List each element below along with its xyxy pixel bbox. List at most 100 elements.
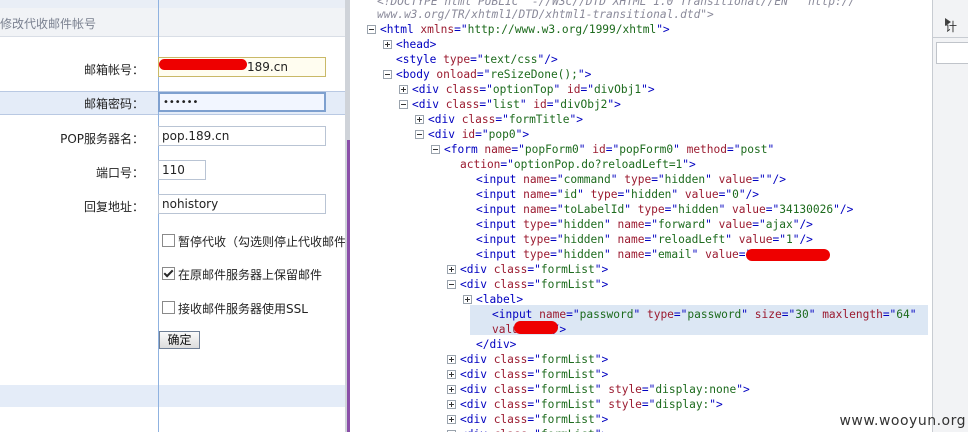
dom-node-line[interactable]: <style type="text/css"/> (396, 52, 558, 67)
dom-node-line[interactable]: <div class="formList" style="display:non… (460, 382, 750, 397)
confirm-button[interactable]: 确定 (159, 331, 200, 349)
collapse-node-icon[interactable] (367, 25, 376, 34)
collapse-node-icon[interactable] (431, 145, 440, 154)
dom-token: hidden (563, 218, 605, 231)
dom-token: "/> (537, 53, 558, 66)
dom-token: =" (475, 128, 489, 141)
dom-token: =" (550, 218, 564, 231)
dom-token: formList (540, 263, 595, 276)
dom-token: " (725, 233, 739, 246)
dom-token: maxlength (822, 308, 883, 321)
dom-token: <style (396, 53, 444, 66)
expand-node-icon[interactable] (447, 265, 456, 274)
dom-node-line[interactable]: <div id="pop0"> (428, 127, 529, 142)
dom-token: xmlns (420, 23, 455, 36)
pause-collect-checkbox[interactable] (162, 234, 175, 247)
dom-node-line[interactable]: <input type="hidden" name="forward" valu… (476, 217, 813, 232)
collapse-node-icon[interactable] (415, 130, 424, 139)
dom-node-line[interactable]: <div class="formTitle"> (428, 112, 583, 127)
expand-node-icon[interactable] (447, 415, 456, 424)
dom-token: name (617, 248, 645, 261)
dom-token: "> (515, 128, 530, 141)
dom-node-line[interactable]: <div class="formList" style="display:"> (460, 397, 723, 412)
dom-token: class (493, 383, 528, 396)
dom-node-line[interactable]: <div class="formList"> (460, 277, 608, 292)
dom-token: <div (460, 413, 494, 426)
email-account-field[interactable]: 189.cn (158, 57, 326, 77)
dom-node-line[interactable]: <div class="formList"> (460, 367, 608, 382)
dom-token: class (494, 428, 528, 432)
dom-node-line[interactable]: <div class="formList"> (460, 412, 608, 427)
expand-node-icon[interactable] (399, 85, 408, 94)
expand-node-icon[interactable] (383, 40, 392, 49)
dom-token: popForm0 (619, 143, 674, 156)
use-ssl-checkbox[interactable] (162, 301, 175, 314)
dom-token: =" (641, 383, 656, 396)
email-account-domain: 189.cn (247, 60, 288, 74)
doctype-line-2: www.w3.org/TR/xhtml1/DTD/xhtml1-transiti… (377, 8, 714, 21)
dom-node-line[interactable]: <input name="toLabelId" type="hidden" va… (476, 202, 853, 217)
collapse-node-icon[interactable] (399, 100, 408, 109)
dom-token: " (705, 173, 719, 186)
dom-node-line[interactable]: <div class="formList"> (460, 427, 608, 432)
keep-mail-option[interactable]: 在原邮件服务器上保留邮件 (162, 266, 322, 283)
dom-node-line[interactable]: <html xmlns="http://www.w3.org/1999/xhtm… (380, 22, 670, 37)
dom-token: =" (527, 353, 541, 366)
dom-token: display: (655, 398, 710, 411)
collapse-node-icon[interactable] (447, 280, 456, 289)
dom-node-line[interactable]: <body onload="reSizeDone();"> (396, 67, 591, 82)
dom-token: class (445, 83, 480, 96)
dom-node-line[interactable]: <label> (476, 292, 523, 307)
expand-node-icon[interactable] (447, 400, 456, 409)
dom-token: =" (644, 218, 658, 231)
dom-token: value (705, 248, 739, 261)
dom-token: "> (656, 23, 670, 36)
dom-node-line[interactable]: <div class="formList"> (460, 352, 608, 367)
dom-token: =" (511, 143, 525, 156)
reply-address-label: 回复地址： (83, 200, 144, 214)
dom-token: type (590, 188, 618, 201)
dom-token: <div (460, 353, 494, 366)
use-ssl-option[interactable]: 接收邮件服务器使用SSL (162, 300, 308, 317)
pop-server-field[interactable]: pop.189.cn (158, 126, 326, 146)
expand-node-icon[interactable] (463, 295, 472, 304)
dom-token: "/> (833, 203, 854, 216)
dom-token: =" (644, 233, 658, 246)
dom-token: 0 (732, 188, 739, 201)
dom-node-line[interactable]: <head> (396, 37, 436, 52)
email-password-field[interactable]: •••••• (158, 92, 326, 112)
expand-node-icon[interactable] (447, 370, 456, 379)
side-panel-header[interactable]: 计 (933, 15, 968, 38)
dom-node-line[interactable]: <input name="command" type="hidden" valu… (476, 172, 786, 187)
expand-node-icon[interactable] (447, 355, 456, 364)
dom-token: optionTop (492, 83, 554, 96)
dom-node-line[interactable]: <div class="formList"> (460, 262, 608, 277)
dom-token: " (741, 308, 755, 321)
dom-node-line[interactable]: <div class="optionTop" id="divObj1"> (412, 82, 655, 97)
redaction-mark (159, 59, 247, 70)
keep-mail-label: 在原邮件服务器上保留邮件 (178, 268, 323, 282)
dom-node-line[interactable]: action="optionPop.do?reloadLeft=1"> (460, 157, 696, 172)
dom-node-line[interactable]: <input name="id" type="hidden" value="0"… (476, 187, 759, 202)
expand-node-icon[interactable] (447, 385, 456, 394)
expand-node-icon[interactable] (415, 115, 424, 124)
dom-node-line[interactable]: <input name="password" type="password" s… (492, 307, 917, 322)
dom-token: toLabelId (563, 203, 625, 216)
dom-node-line[interactable]: </div> (476, 337, 516, 352)
dom-token: forward (657, 218, 706, 231)
dom-node-line[interactable]: <div class="list" id="divObj2"> (412, 97, 621, 112)
dom-token: <div (460, 383, 494, 396)
pause-collect-option[interactable]: 暂停代收（勾选则停止代收邮件 (162, 233, 345, 250)
dom-token: id (566, 83, 581, 96)
dom-node-line[interactable]: <form name="popForm0" id="popForm0" meth… (444, 142, 774, 157)
dom-token: <div (460, 428, 494, 432)
reply-address-field[interactable]: nohistory (158, 194, 326, 214)
dom-token: =" (550, 233, 564, 246)
dom-node-line[interactable]: <input type="hidden" name="reloadLeft" v… (476, 232, 813, 247)
keep-mail-checkbox[interactable] (162, 267, 175, 280)
collapse-node-icon[interactable] (383, 70, 392, 79)
dom-token: 64 (896, 308, 910, 321)
port-field[interactable]: 110 (158, 160, 206, 180)
dom-token: <div (460, 278, 494, 291)
dom-token: id (533, 98, 547, 111)
